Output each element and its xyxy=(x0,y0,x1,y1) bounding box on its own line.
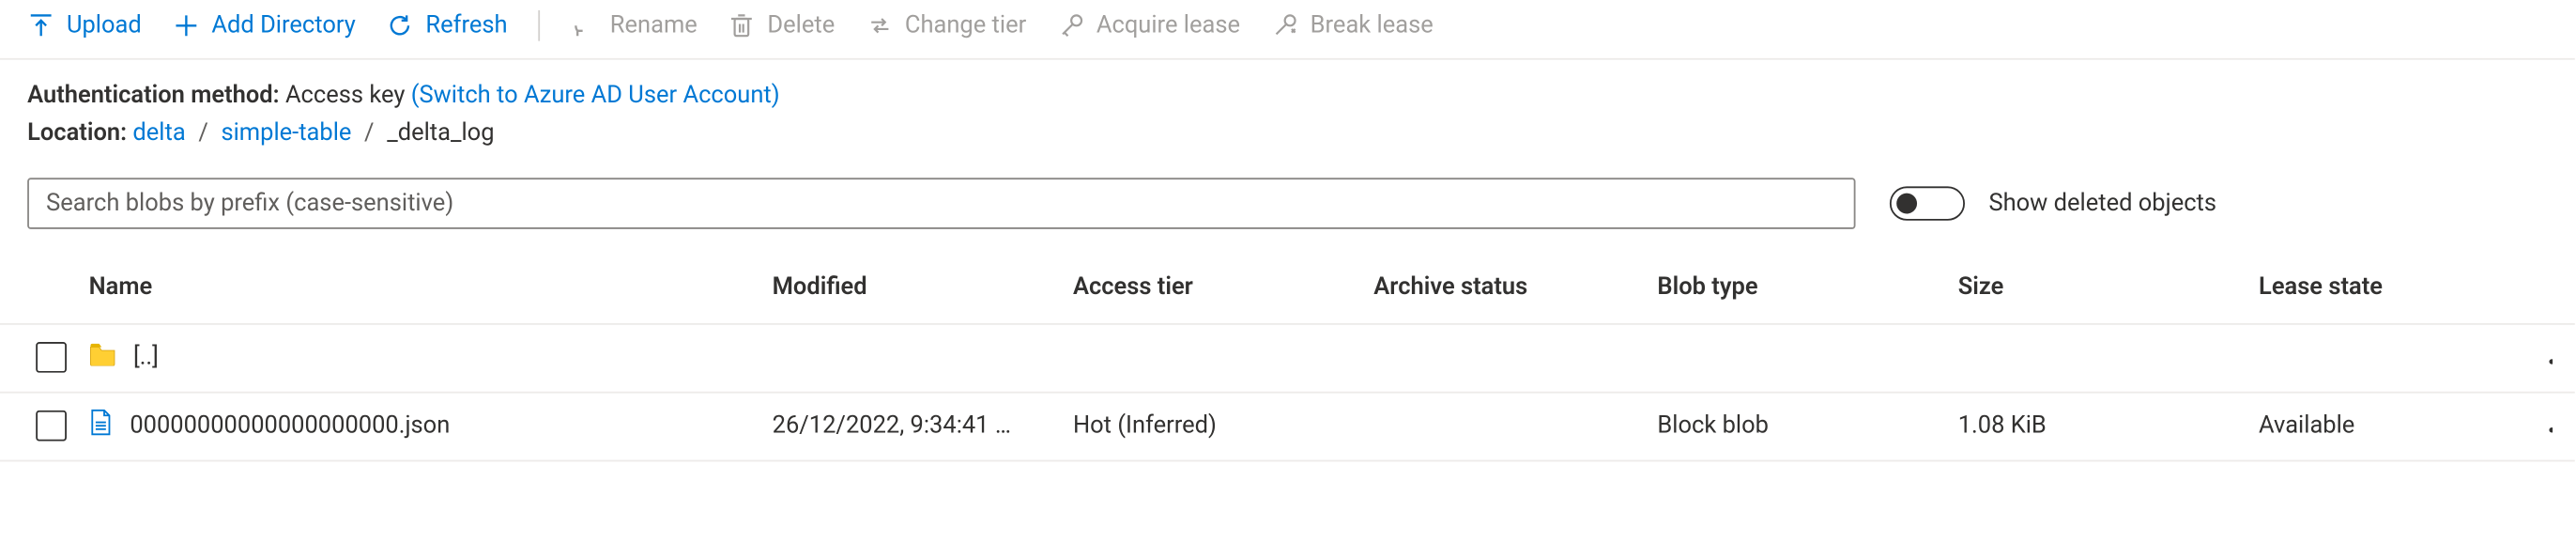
row-more-button[interactable] xyxy=(2542,421,2553,440)
trash-icon xyxy=(728,12,756,39)
refresh-icon xyxy=(387,12,414,39)
table-header: Name Modified Access tier Archive status… xyxy=(0,253,2575,324)
acquire-lease-label: Acquire lease xyxy=(1096,12,1240,39)
auth-switch-link[interactable]: (Switch to Azure AD User Account) xyxy=(411,82,780,109)
show-deleted-toggle-wrap: Show deleted objects xyxy=(1890,186,2216,220)
refresh-label: Refresh xyxy=(425,12,507,39)
acquire-lease-icon xyxy=(1057,12,1084,39)
auth-value: Access key xyxy=(285,82,406,109)
break-lease-label: Break lease xyxy=(1311,12,1434,39)
name-cell[interactable]: 00000000000000000000.json xyxy=(89,409,773,442)
folder-icon xyxy=(89,343,116,374)
change-tier-label: Change tier xyxy=(905,12,1026,39)
col-access-tier[interactable]: Access tier xyxy=(1073,274,1373,302)
location-label: Location: xyxy=(27,120,127,147)
row-access-tier: Hot (Inferred) xyxy=(1073,412,1373,440)
col-lease-state[interactable]: Lease state xyxy=(2259,274,2542,302)
auth-label: Authentication method: xyxy=(27,82,279,109)
breadcrumb-1[interactable]: simple-table xyxy=(221,120,351,147)
toolbar-separator xyxy=(538,10,540,41)
show-deleted-toggle[interactable] xyxy=(1890,186,1965,220)
toggle-knob xyxy=(1896,193,1917,213)
name-cell[interactable]: [..] xyxy=(89,343,773,374)
break-lease-icon xyxy=(1271,12,1298,39)
row-modified: 26/12/2022, 9:34:41 … xyxy=(773,412,1073,440)
row-checkbox[interactable] xyxy=(36,343,67,374)
table-row[interactable]: [..] xyxy=(0,324,2575,393)
search-input[interactable] xyxy=(27,178,1855,229)
col-archive-status[interactable]: Archive status xyxy=(1373,274,1657,302)
breadcrumb-sep: / xyxy=(358,120,381,147)
add-directory-label: Add Directory xyxy=(211,12,355,39)
breadcrumb-sep: / xyxy=(192,120,215,147)
col-blob-type[interactable]: Blob type xyxy=(1657,274,1957,302)
delete-label: Delete xyxy=(767,12,835,39)
row-name: [..] xyxy=(133,344,159,371)
refresh-button[interactable]: Refresh xyxy=(387,12,508,39)
col-size[interactable]: Size xyxy=(1958,274,2259,302)
rename-icon xyxy=(571,12,598,39)
auth-row: Authentication method: Access key (Switc… xyxy=(27,77,2548,116)
add-directory-button[interactable]: Add Directory xyxy=(173,12,356,39)
toolbar: Upload Add Directory Refresh Rename xyxy=(0,0,2575,60)
row-name: 00000000000000000000.json xyxy=(130,412,450,440)
table-row[interactable]: 00000000000000000000.json 26/12/2022, 9:… xyxy=(0,393,2575,461)
change-tier-icon xyxy=(866,12,893,39)
show-deleted-label: Show deleted objects xyxy=(1988,190,2216,217)
row-size: 1.08 KiB xyxy=(1958,412,2259,440)
file-icon xyxy=(89,409,113,442)
col-modified[interactable]: Modified xyxy=(773,274,1073,302)
break-lease-button: Break lease xyxy=(1271,12,1434,39)
location-row: Location: delta / simple-table / _delta_… xyxy=(27,116,2548,154)
upload-icon xyxy=(27,12,54,39)
col-name[interactable]: Name xyxy=(89,274,773,302)
search-row: Show deleted objects xyxy=(0,163,2575,253)
row-more-button[interactable] xyxy=(2542,352,2553,371)
delete-button: Delete xyxy=(728,12,836,39)
rename-label: Rename xyxy=(610,12,698,39)
breadcrumb-0[interactable]: delta xyxy=(132,120,185,147)
upload-button[interactable]: Upload xyxy=(27,12,142,39)
row-blob-type: Block blob xyxy=(1657,412,1957,440)
row-lease-state: Available xyxy=(2259,412,2542,440)
upload-label: Upload xyxy=(67,12,142,39)
breadcrumb-current: _delta_log xyxy=(387,120,494,147)
blob-table: Name Modified Access tier Archive status… xyxy=(0,253,2575,461)
row-checkbox[interactable] xyxy=(36,411,67,442)
info-section: Authentication method: Access key (Switc… xyxy=(0,60,2575,164)
change-tier-button: Change tier xyxy=(866,12,1026,39)
plus-icon xyxy=(173,12,200,39)
rename-button: Rename xyxy=(571,12,698,39)
acquire-lease-button: Acquire lease xyxy=(1057,12,1240,39)
